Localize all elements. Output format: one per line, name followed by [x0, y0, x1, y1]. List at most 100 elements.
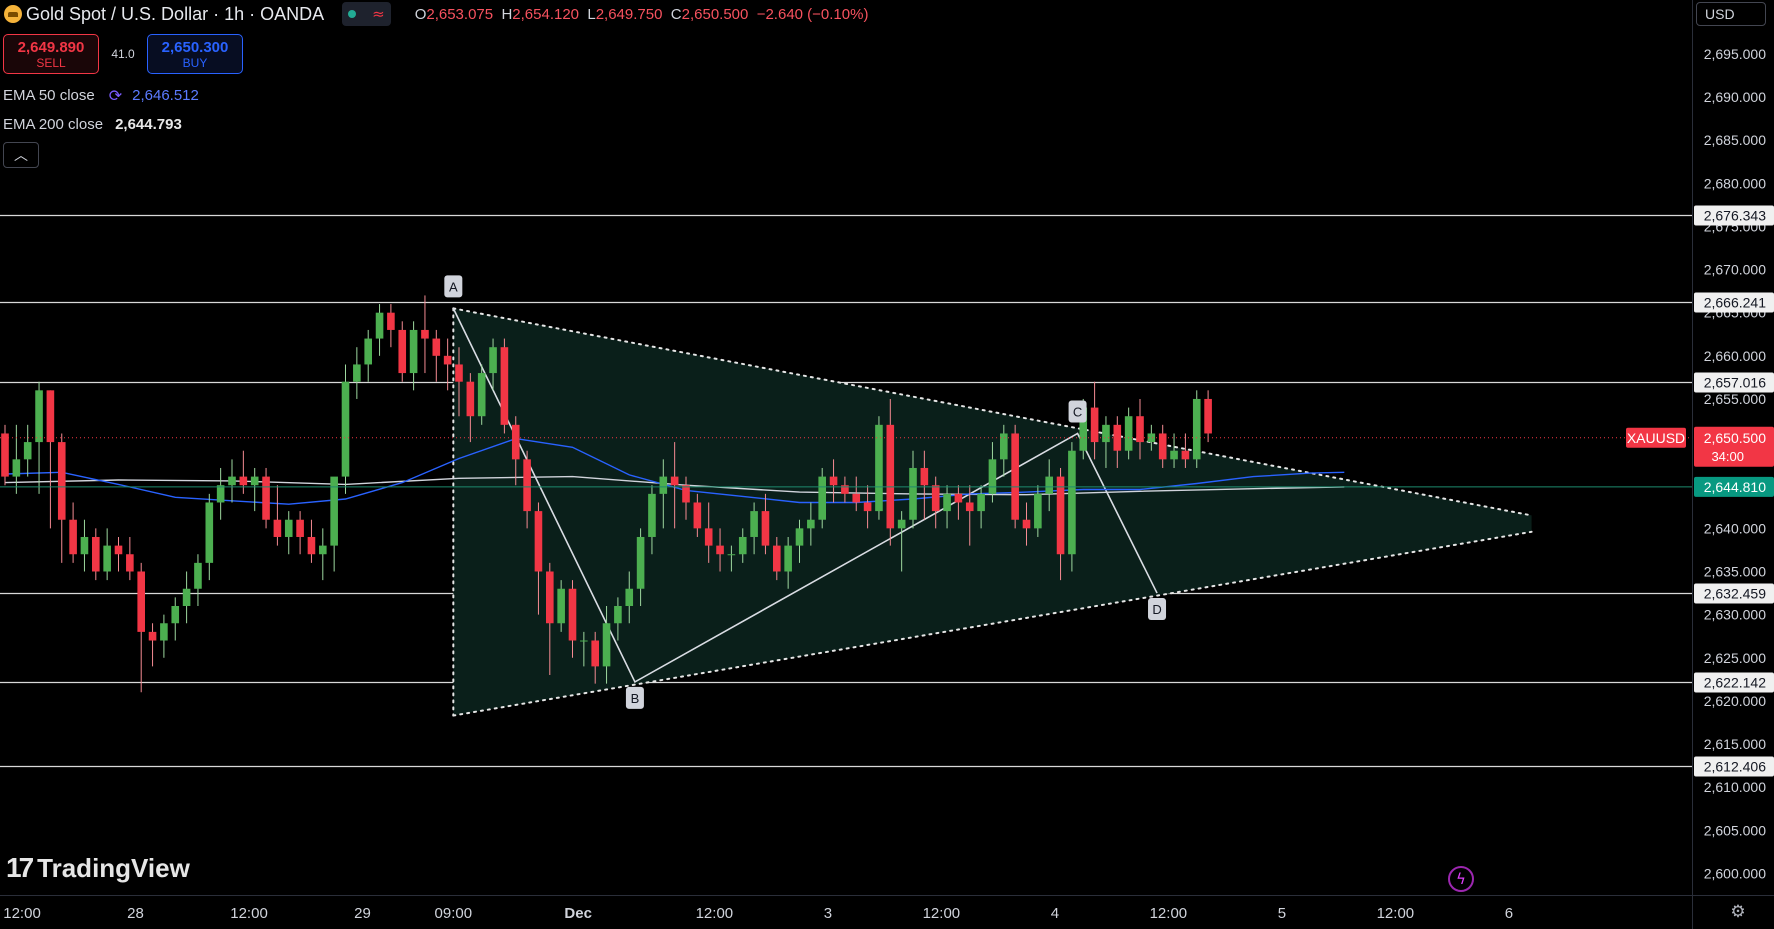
candle-body[interactable] [1000, 433, 1008, 460]
candle-body[interactable] [12, 459, 21, 477]
candle-body[interactable] [943, 493, 951, 512]
candle-body[interactable] [1181, 450, 1190, 460]
candle-body[interactable] [568, 588, 577, 641]
candle-body[interactable] [92, 536, 100, 572]
candle-body[interactable] [773, 545, 781, 572]
candle-body[interactable] [205, 502, 214, 563]
candle-body[interactable] [1011, 433, 1019, 520]
candle-body[interactable] [852, 493, 861, 503]
sell-button[interactable]: 2,649.890 SELL [3, 34, 99, 74]
candle-body[interactable] [103, 545, 111, 572]
candle-body[interactable] [273, 519, 282, 537]
candle-body[interactable] [534, 511, 543, 572]
candle-body[interactable] [580, 640, 588, 642]
candle-body[interactable] [614, 606, 622, 624]
lightning-icon[interactable]: ϟ [1448, 866, 1474, 892]
gear-icon[interactable]: ⚙ [1728, 902, 1748, 922]
candle-body[interactable] [693, 502, 702, 529]
candle-body[interactable] [863, 502, 872, 512]
candle-body[interactable] [194, 562, 202, 589]
candle-body[interactable] [35, 390, 43, 443]
candle-body[interactable] [1090, 407, 1099, 443]
candle-body[interactable] [171, 606, 180, 624]
candle-body[interactable] [636, 536, 645, 589]
candle-body[interactable] [1192, 398, 1201, 460]
candle-body[interactable] [682, 485, 690, 503]
candle-body[interactable] [114, 545, 123, 555]
candle-body[interactable] [931, 485, 940, 512]
candle-body[interactable] [795, 528, 804, 546]
candle-body[interactable] [1, 433, 9, 477]
candle-body[interactable] [807, 519, 815, 529]
candle-body[interactable] [69, 519, 77, 555]
candle-body[interactable] [319, 545, 327, 555]
pattern-point-label[interactable]: A [449, 279, 458, 294]
candle-body[interactable] [80, 536, 89, 555]
pattern-point-label[interactable]: C [1073, 404, 1082, 419]
candle-body[interactable] [523, 459, 531, 512]
candle-body[interactable] [784, 545, 792, 572]
candle-body[interactable] [602, 623, 611, 667]
candle-body[interactable] [738, 536, 747, 555]
price-chart[interactable]: 2,600.000 2,605.000 2,610.000 2,615.000 2,62… [0, 0, 1774, 929]
candle-body[interactable] [284, 519, 293, 537]
candle-body[interactable] [704, 528, 713, 546]
candle-body[interactable] [409, 329, 418, 374]
candle-body[interactable] [670, 476, 679, 486]
candle-body[interactable] [46, 390, 55, 443]
candle-body[interactable] [477, 373, 486, 417]
candle-body[interactable] [375, 312, 384, 339]
candle-body[interactable] [262, 476, 270, 520]
candle-body[interactable] [988, 459, 997, 494]
candle-body[interactable] [1068, 450, 1076, 555]
candle-body[interactable] [659, 476, 668, 494]
candle-body[interactable] [977, 493, 985, 512]
candle-body[interactable] [398, 329, 407, 374]
candle-body[interactable] [897, 519, 906, 529]
collapse-legend-button[interactable]: ︿ [3, 142, 39, 168]
candle-body[interactable] [1204, 398, 1212, 434]
candle-body[interactable] [421, 329, 429, 339]
candle-body[interactable] [250, 476, 259, 486]
candle-body[interactable] [511, 424, 520, 460]
candle-body[interactable] [466, 381, 475, 417]
candle-body[interactable] [546, 571, 554, 624]
candle-body[interactable] [216, 485, 225, 503]
candle-body[interactable] [829, 476, 838, 486]
candle-body[interactable] [341, 381, 350, 477]
candle-body[interactable] [920, 467, 929, 486]
candle-body[interactable] [761, 511, 770, 546]
candle-body[interactable] [182, 588, 191, 606]
pattern-point-label[interactable]: D [1152, 602, 1161, 617]
candle-body[interactable] [228, 476, 236, 486]
symbol-title[interactable]: Gold Spot / U.S. Dollar · 1h · OANDA [26, 4, 324, 25]
candle-body[interactable] [716, 545, 724, 555]
candle-body[interactable] [965, 502, 974, 512]
candle-body[interactable] [500, 347, 509, 425]
refresh-icon[interactable]: ⟳ [109, 86, 122, 105]
candle-body[interactable] [296, 519, 304, 537]
candle-body[interactable] [307, 536, 316, 555]
pattern-point-label[interactable]: B [631, 691, 640, 706]
candle-body[interactable] [387, 312, 395, 330]
candle-body[interactable] [954, 493, 963, 503]
candle-body[interactable] [1056, 476, 1065, 555]
candle-body[interactable] [886, 424, 895, 529]
buy-button[interactable]: 2,650.300 BUY [147, 34, 243, 74]
candle-body[interactable] [489, 347, 497, 374]
candle-body[interactable] [364, 338, 372, 365]
candle-body[interactable] [1034, 493, 1042, 529]
candle-body[interactable] [137, 571, 145, 632]
candle-body[interactable] [239, 476, 248, 486]
candle-body[interactable] [126, 554, 134, 572]
currency-selector[interactable]: USD [1696, 2, 1766, 26]
ema200-legend[interactable]: EMA 200 close 2,644.793 [3, 116, 182, 133]
candle-body[interactable] [750, 511, 758, 537]
candle-body[interactable] [648, 493, 656, 537]
candle-body[interactable] [1102, 424, 1110, 443]
candle-body[interactable] [1045, 476, 1053, 494]
candle-body[interactable] [443, 355, 452, 365]
candle-body[interactable] [1170, 450, 1178, 460]
candle-body[interactable] [432, 338, 441, 356]
market-status-pill[interactable]: ≈ [342, 2, 391, 26]
